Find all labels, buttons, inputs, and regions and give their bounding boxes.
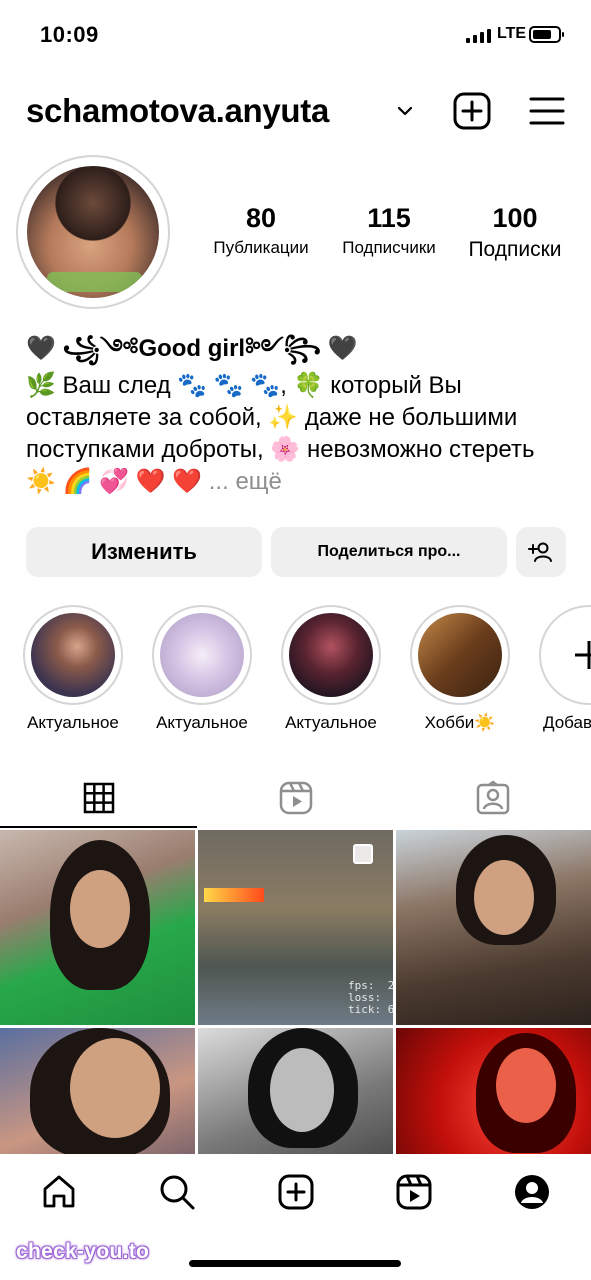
posts-label: Публикации bbox=[213, 238, 309, 257]
plus-icon bbox=[575, 641, 591, 669]
highlight-cover bbox=[31, 613, 115, 697]
profile-icon bbox=[515, 1175, 549, 1209]
highlight-cover bbox=[418, 613, 502, 697]
posts-grid: fps: 29 loss: 0 tick: 64 bbox=[0, 830, 591, 1154]
stat-posts[interactable]: 80 Публикации bbox=[196, 203, 326, 258]
nav-create[interactable] bbox=[276, 1172, 316, 1212]
watermark: check-you.to bbox=[16, 1240, 150, 1263]
home-indicator[interactable] bbox=[189, 1260, 401, 1267]
tab-grid[interactable] bbox=[0, 770, 197, 826]
network-type: LTE bbox=[497, 25, 527, 42]
highlight-label: Актуальное bbox=[156, 713, 248, 732]
reels-icon bbox=[279, 781, 312, 815]
highlight-label: Актуальное bbox=[27, 713, 119, 732]
nav-home[interactable] bbox=[39, 1172, 79, 1212]
share-profile-button[interactable]: Поделиться про... bbox=[271, 527, 507, 577]
tab-tagged[interactable] bbox=[394, 770, 591, 826]
menu-icon[interactable] bbox=[529, 96, 565, 126]
post-thumbnail[interactable] bbox=[396, 830, 591, 1025]
home-icon bbox=[43, 1175, 75, 1208]
grid-icon bbox=[83, 782, 114, 814]
tagged-icon bbox=[476, 780, 509, 815]
following-label: Подписки bbox=[468, 238, 562, 261]
status-time: 10:09 bbox=[40, 22, 99, 47]
signal-icon bbox=[466, 28, 491, 43]
posts-count: 80 bbox=[245, 203, 277, 233]
add-highlight[interactable]: Добавить bbox=[529, 605, 591, 745]
post-thumbnail[interactable] bbox=[198, 1028, 393, 1154]
stat-followers[interactable]: 115 Подписчики bbox=[326, 203, 452, 258]
chevron-down-icon[interactable] bbox=[396, 102, 414, 120]
profile-header: schamotova.anyuta bbox=[0, 80, 591, 144]
nav-search[interactable] bbox=[157, 1172, 197, 1212]
highlight-label: Добавить bbox=[543, 713, 591, 732]
add-post-icon[interactable] bbox=[453, 92, 491, 130]
highlight-label: Актуальное bbox=[285, 713, 377, 732]
search-icon bbox=[160, 1175, 195, 1210]
battery-icon bbox=[529, 26, 564, 43]
post-thumbnail[interactable] bbox=[0, 1028, 195, 1154]
following-count: 100 bbox=[492, 203, 538, 233]
bio-text: 🌿 Ваш след 🐾 🐾 🐾, 🍀 который Вы оставляет… bbox=[26, 370, 566, 498]
game-hud-bar bbox=[204, 888, 264, 902]
reels-icon bbox=[396, 1174, 432, 1210]
followers-label: Подписчики bbox=[342, 238, 436, 257]
edit-profile-button[interactable]: Изменить bbox=[26, 527, 262, 577]
followers-count: 115 bbox=[367, 203, 411, 233]
carousel-icon bbox=[353, 844, 373, 864]
post-thumbnail[interactable] bbox=[396, 1028, 591, 1154]
highlight-cover bbox=[160, 613, 244, 697]
avatar-image bbox=[27, 166, 159, 298]
tab-reels[interactable] bbox=[197, 770, 394, 826]
post-thumbnail[interactable]: fps: 29 loss: 0 tick: 64 bbox=[198, 830, 393, 1025]
bio-more-link[interactable]: ... ещё bbox=[209, 468, 282, 495]
tab-active-indicator bbox=[0, 826, 197, 828]
post-thumbnail[interactable] bbox=[0, 830, 195, 1025]
nav-profile[interactable] bbox=[512, 1172, 552, 1212]
status-bar: 10:09 LTE bbox=[0, 0, 591, 70]
avatar[interactable] bbox=[16, 155, 170, 309]
highlight-label: Хобби☀️ bbox=[424, 713, 496, 732]
game-hud-text: fps: 29 loss: 0 tick: 64 bbox=[348, 979, 393, 1016]
discover-people-button[interactable] bbox=[516, 527, 566, 577]
create-icon bbox=[278, 1174, 314, 1210]
nav-reels[interactable] bbox=[394, 1172, 434, 1212]
add-user-icon bbox=[528, 542, 552, 562]
username-switcher[interactable]: schamotova.anyuta bbox=[26, 92, 329, 130]
stat-following[interactable]: 100 Подписки bbox=[456, 203, 574, 262]
highlight-cover bbox=[289, 613, 373, 697]
